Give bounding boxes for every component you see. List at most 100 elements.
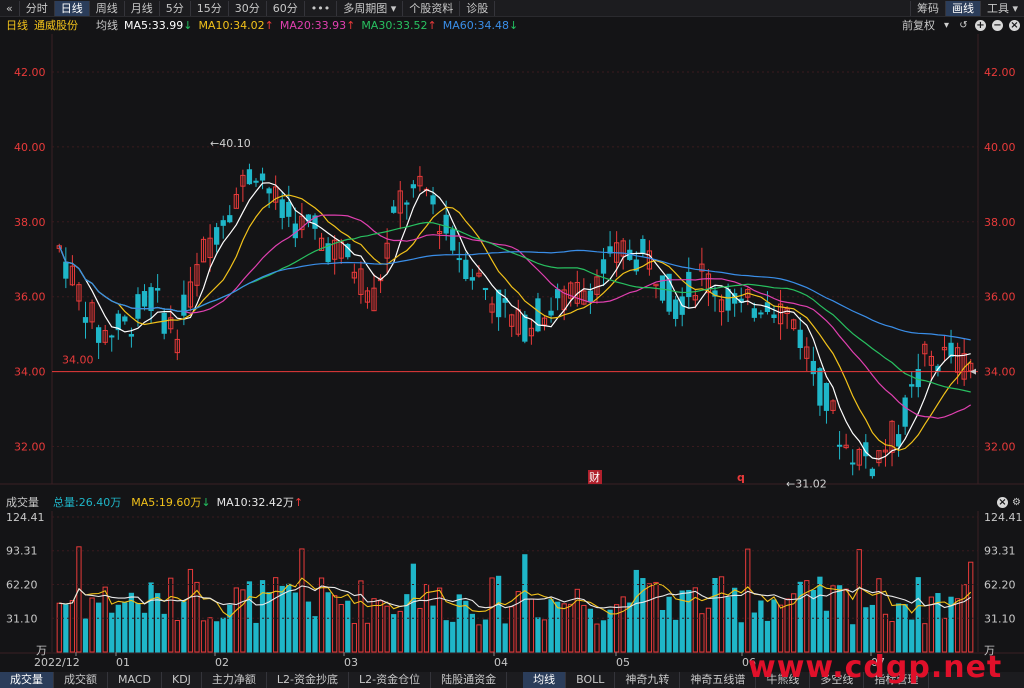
- volume-bar: [391, 614, 397, 653]
- candle-body: [836, 444, 843, 447]
- volume-bar: [397, 610, 403, 653]
- volume-tick-right: 93.31: [984, 545, 1016, 558]
- volume-bar: [246, 581, 253, 653]
- indicator-tab-7[interactable]: 陆股通资金: [431, 672, 508, 688]
- volume-bar: [614, 604, 620, 653]
- volume-bar: [82, 618, 89, 653]
- volume-bar: [325, 592, 331, 653]
- volume-bar: [673, 619, 679, 653]
- x-label: 04: [494, 656, 508, 669]
- volume-bar: [233, 587, 239, 653]
- volume-bar: [712, 577, 718, 653]
- indicator-tab-10[interactable]: 神奇九转: [615, 672, 681, 688]
- indicator-tab-1[interactable]: 成交额: [54, 672, 108, 688]
- volume-bar: [155, 593, 161, 653]
- candle-body: [122, 316, 128, 322]
- volume-bar: [495, 575, 502, 653]
- candle-body: [587, 290, 594, 303]
- price-tick-right: 32.00: [984, 441, 1016, 454]
- volume-tick-left: 31.10: [6, 612, 38, 625]
- volume-bar: [76, 546, 82, 653]
- volume-bar: [141, 612, 148, 653]
- indicator-tab-2[interactable]: MACD: [108, 672, 162, 688]
- volume-bar: [548, 599, 554, 653]
- volume-bar: [909, 619, 915, 653]
- candle-body: [391, 206, 397, 213]
- volume-bar: [135, 602, 141, 653]
- price-tick-left: 34.00: [14, 366, 46, 379]
- price-tick-left: 38.00: [14, 216, 46, 229]
- price-tick-right: 36.00: [984, 291, 1016, 304]
- volume-bar: [200, 620, 207, 653]
- price-volume-chart[interactable]: 42.00 42.00 40.00 40.00 38.00 38.00 36.00 36.00…: [0, 0, 1024, 688]
- candle-body: [869, 468, 875, 477]
- candle-body: [817, 368, 823, 406]
- volume-bar: [56, 602, 62, 653]
- volume-tick-right: 62.20: [984, 579, 1016, 592]
- volume-bar: [476, 624, 482, 653]
- volume-bar: [830, 585, 836, 653]
- candle-body: [410, 184, 416, 189]
- indicator-tab-6[interactable]: L2-资金仓位: [349, 672, 432, 688]
- volume-bar: [568, 603, 574, 653]
- volume-bar: [456, 594, 462, 653]
- volume-bar: [541, 619, 548, 653]
- volume-bar: [450, 621, 456, 653]
- indicator-tab-9[interactable]: BOLL: [566, 672, 616, 688]
- candle-body: [155, 288, 161, 291]
- volume-bar: [482, 619, 489, 653]
- volume-bar: [469, 613, 476, 653]
- volume-bar: [259, 580, 266, 653]
- volume-bar: [777, 604, 784, 653]
- volume-bar: [148, 582, 154, 653]
- volume-bar: [764, 620, 771, 653]
- volume-bar: [581, 604, 587, 653]
- volume-bar: [227, 604, 233, 653]
- indicator-tab-11[interactable]: 神奇五线谱: [680, 672, 757, 688]
- volume-bar: [528, 598, 535, 653]
- candle-body: [895, 434, 902, 447]
- indicator-tab-8[interactable]: 均线: [523, 672, 567, 688]
- candle-body: [797, 329, 803, 348]
- volume-bar: [509, 606, 515, 653]
- x-label: 01: [116, 656, 130, 669]
- x-label: 03: [344, 656, 358, 669]
- candle-body: [82, 317, 89, 323]
- volume-bar: [299, 548, 305, 653]
- volume-bar: [600, 620, 607, 653]
- candle-body: [948, 342, 954, 357]
- candle-body: [246, 169, 253, 185]
- candle-body: [823, 382, 830, 411]
- volume-bar: [968, 561, 974, 653]
- volume-bar: [279, 585, 285, 653]
- volume-bar: [89, 597, 95, 653]
- volume-bar: [895, 603, 902, 653]
- volume-bar: [292, 592, 298, 653]
- volume-bar: [758, 600, 764, 653]
- low-mark: ←31.02: [786, 477, 827, 490]
- volume-bar: [522, 554, 528, 653]
- volume-bar: [115, 604, 121, 653]
- candle-body: [443, 214, 449, 234]
- volume-bar: [659, 609, 666, 653]
- candle-body: [725, 288, 731, 311]
- volume-bar: [95, 602, 102, 653]
- volume-bar: [181, 601, 187, 653]
- volume-bar: [515, 591, 521, 653]
- indicator-tab-5[interactable]: L2-资金抄底: [267, 672, 350, 688]
- volume-bar: [699, 613, 705, 653]
- volume-bar: [345, 600, 351, 653]
- volume-bar: [941, 617, 948, 653]
- volume-bar: [502, 623, 508, 653]
- volume-tick-left: 62.20: [6, 579, 38, 592]
- volume-bar: [63, 604, 69, 653]
- volume-bar: [653, 581, 659, 653]
- candle-body: [902, 397, 908, 427]
- volume-bar: [318, 577, 325, 653]
- candle-body: [286, 202, 292, 217]
- candle-body: [128, 334, 135, 337]
- volume-bar: [863, 607, 869, 653]
- indicator-tab-0[interactable]: 成交量: [0, 672, 54, 688]
- indicator-tab-3[interactable]: KDJ: [162, 672, 202, 688]
- indicator-tab-4[interactable]: 主力净额: [202, 672, 267, 688]
